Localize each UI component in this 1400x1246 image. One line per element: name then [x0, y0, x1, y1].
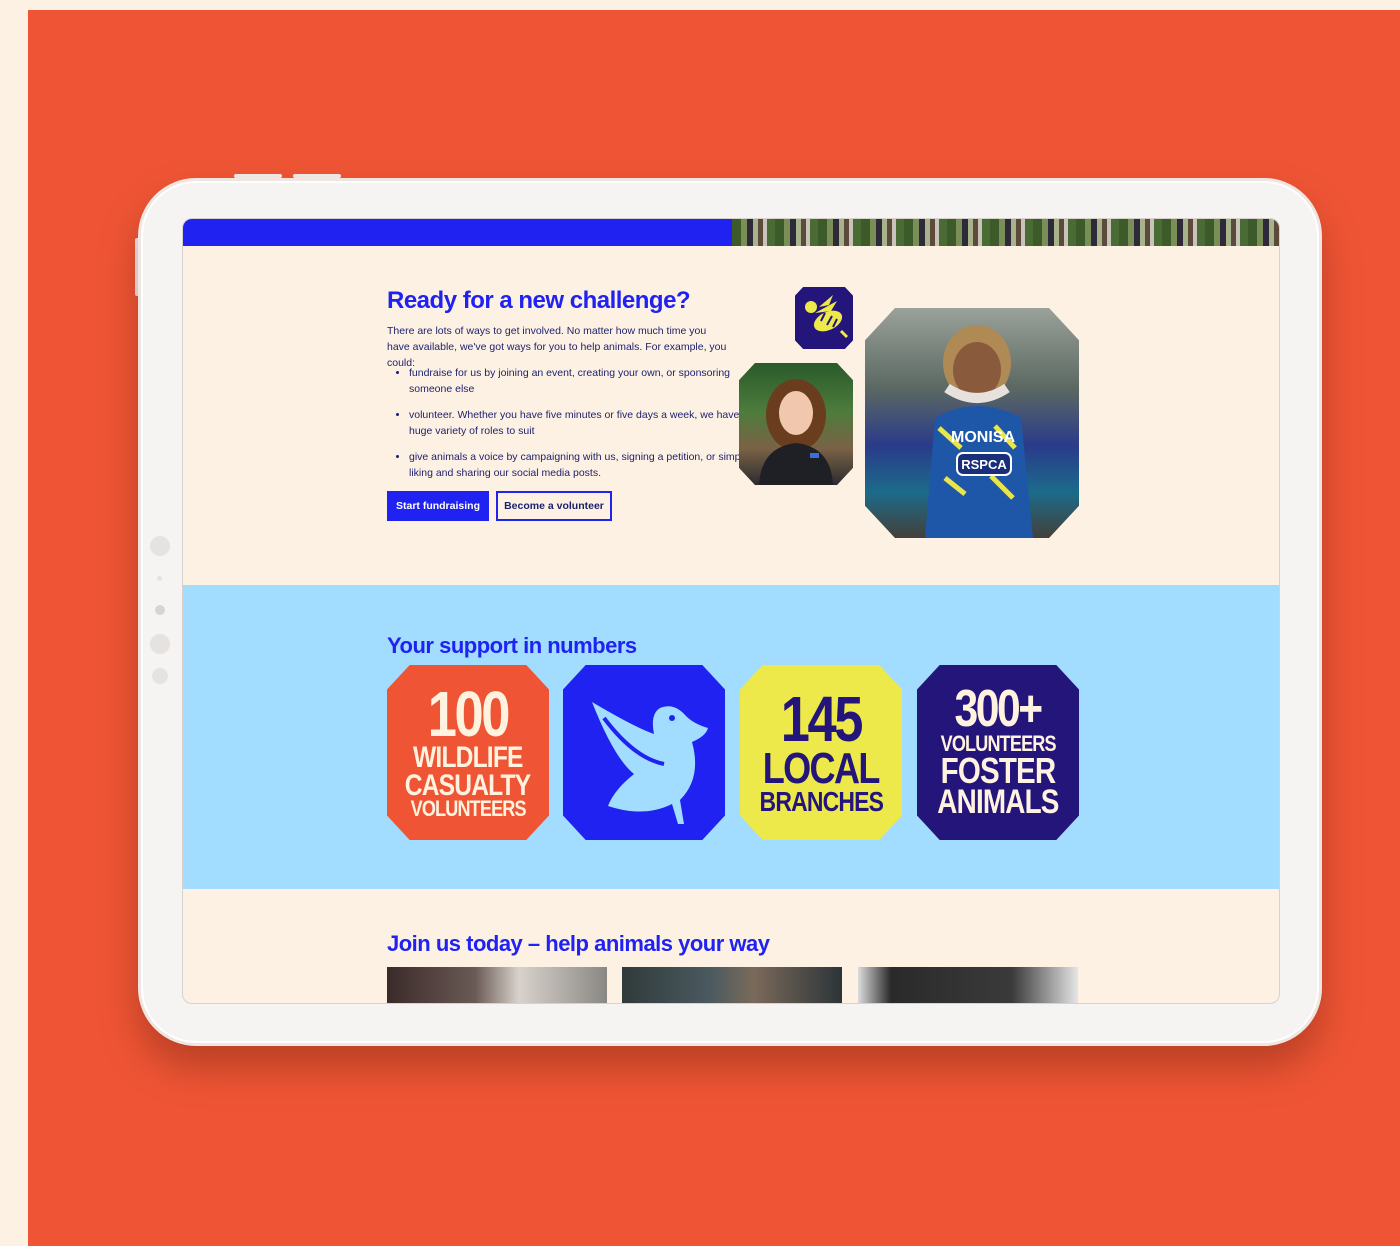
stat-number: 145: [780, 682, 864, 755]
wasp-badge: [795, 287, 853, 349]
ways-list: fundraise for us by joining an event, cr…: [387, 365, 754, 491]
top-banner: [183, 219, 1279, 246]
start-fundraising-button[interactable]: Start fundraising: [387, 491, 489, 521]
stat-label: VOLUNTEERS: [410, 796, 526, 822]
stat-number: 100: [427, 678, 511, 751]
stat-tile-wildlife: 100 WILDLIFE CASUALTY VOLUNTEERS: [387, 665, 549, 840]
sensor-dot: [157, 576, 162, 581]
vest-name-text: MONISA: [951, 429, 1015, 446]
numbers-section: Your support in numbers 100 WILDLIFE CAS…: [183, 585, 1279, 889]
stat-tile-foster: 300+ VOLUNTEERS FOSTER ANIMALS: [917, 665, 1079, 840]
sensor-dot: [152, 668, 168, 684]
volunteer-portrait-photo: [739, 363, 853, 485]
crowd-photo-strip: [732, 219, 1279, 246]
volunteer-portrait-illustration: [759, 379, 833, 485]
banner-blue-block: [183, 219, 732, 246]
way-card-photo[interactable]: [858, 967, 1078, 1003]
bird-icon: [592, 701, 708, 824]
way-card-photo[interactable]: [622, 967, 842, 1003]
stat-label: ANIMALS: [937, 783, 1059, 822]
stat-number: 300+: [954, 680, 1044, 739]
page-title: Ready for a new challenge?: [387, 287, 691, 314]
runner-illustration: MONISA RSPCA: [925, 325, 1033, 538]
stat-label: LOCAL: [762, 743, 881, 793]
stat-label: CASUALTY: [405, 768, 531, 802]
join-title: Join us today – help animals your way: [387, 931, 770, 956]
become-volunteer-button[interactable]: Become a volunteer: [496, 491, 612, 521]
runner-photo: MONISA RSPCA: [865, 308, 1079, 538]
stat-label: WILDLIFE: [413, 741, 523, 775]
list-item: give animals a voice by campaigning with…: [409, 449, 754, 481]
list-item: fundraise for us by joining an event, cr…: [409, 365, 754, 397]
numbers-title: Your support in numbers: [387, 633, 637, 658]
sensor-dot: [150, 634, 170, 654]
list-item: volunteer. Whether you have five minutes…: [409, 407, 754, 439]
intro-text: There are lots of ways to get involved. …: [387, 325, 727, 369]
wasp-icon: [805, 295, 849, 339]
way-card-photo[interactable]: [387, 967, 607, 1003]
camera-lens: [155, 605, 165, 615]
webpage-screen: Ready for a new challenge? There are lot…: [182, 218, 1280, 1004]
rspca-logo-text: RSPCA: [961, 457, 1007, 472]
stat-label: BRANCHES: [759, 786, 883, 818]
stat-tile-branches: 145 LOCAL BRANCHES: [740, 665, 902, 840]
camera-dot: [150, 536, 170, 556]
stat-tile-bird: [563, 665, 725, 840]
